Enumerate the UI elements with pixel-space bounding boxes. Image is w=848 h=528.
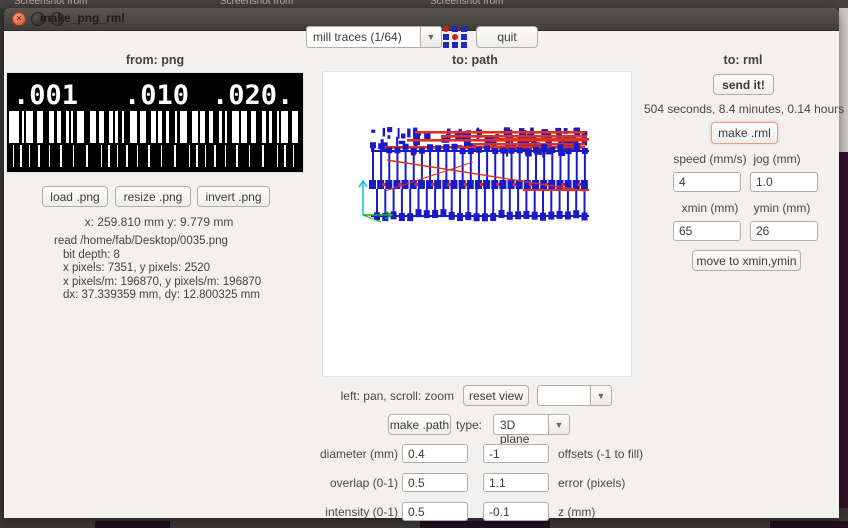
desktop: Screenshot from Screenshot from Screensh…: [0, 0, 848, 528]
quit-button[interactable]: quit: [476, 26, 538, 48]
pan-zoom-hint: left: pan, scroll: zoom: [340, 389, 454, 403]
png-panel-header: from: png: [125, 53, 185, 67]
intensity-input[interactable]: [402, 502, 468, 521]
xmin-label: xmin (mm): [681, 201, 739, 215]
xmin-input[interactable]: [673, 221, 741, 241]
info-line: bit depth: 8: [63, 248, 120, 261]
background-top-strip: Screenshot from Screenshot from Screensh…: [0, 0, 848, 8]
background-thumbnail: [95, 521, 170, 528]
resize-png-button[interactable]: resize .png: [115, 186, 191, 207]
background-text: Screenshot from: [430, 0, 504, 7]
speed-input[interactable]: [673, 172, 741, 192]
background-thumbnail: [420, 521, 550, 528]
info-line: dx: 37.339359 mm, dy: 12.800325 mm: [63, 289, 260, 301]
time-estimate: 504 seconds, 8.4 minutes, 0.14 hours: [644, 102, 845, 116]
chevron-down-icon[interactable]: ▼: [420, 26, 442, 48]
app-window: ✕ make_png_rml mill traces (1/64) ▼ quit…: [4, 8, 845, 521]
preview-label-020: .020.: [212, 80, 293, 111]
make-path-button[interactable]: make .path: [388, 414, 451, 435]
png-preview-image[interactable]: .001 .010 .020.: [7, 73, 303, 172]
info-line: read /home/fab/Desktop/0035.png: [54, 235, 228, 247]
diameter-label: diameter (mm): [319, 447, 398, 461]
desktop-wallpaper: [839, 152, 848, 508]
ymin-input[interactable]: [750, 221, 818, 241]
type-select[interactable]: 3D plane ▼: [493, 414, 570, 446]
background-window-edge: [839, 8, 848, 152]
diameter-input[interactable]: [402, 444, 468, 463]
background-text: Screenshot from: [14, 0, 88, 7]
intensity-label: intensity (0-1): [325, 505, 398, 519]
rml-panel-header: to: rml: [723, 53, 763, 67]
view-select[interactable]: ▼: [537, 385, 612, 406]
chevron-down-icon[interactable]: ▼: [590, 385, 612, 406]
info-line: x pixels: 7351, y pixels: 2520: [63, 262, 211, 274]
error-input[interactable]: [483, 473, 549, 492]
view-select-value[interactable]: [537, 385, 590, 406]
type-select-value[interactable]: 3D plane: [493, 414, 548, 446]
load-png-button[interactable]: load .png: [42, 186, 108, 207]
path-panel-header: to: path: [452, 53, 498, 67]
preview-label-010: .010: [124, 80, 189, 111]
fab-modules-icon: [442, 25, 469, 48]
jog-input[interactable]: [750, 172, 818, 192]
background-thumbnail: [770, 521, 848, 528]
overlap-input[interactable]: [402, 473, 468, 492]
send-it-button[interactable]: send it!: [713, 74, 774, 95]
process-select[interactable]: mill traces (1/64) ▼: [306, 26, 442, 48]
ymin-label: ymin (mm): [753, 201, 811, 215]
cursor-coords: x: 259.810 mm y: 9.779 mm: [84, 215, 234, 229]
process-select-value[interactable]: mill traces (1/64): [306, 26, 420, 48]
make-rml-button[interactable]: make .rml: [711, 122, 778, 144]
speed-label: speed (mm/s): [673, 152, 747, 166]
move-to-xmin-ymin-button[interactable]: move to xmin,ymin: [692, 250, 801, 271]
offsets-input[interactable]: [483, 444, 549, 463]
overlap-label: overlap (0-1): [329, 476, 398, 490]
background-text: Screenshot from: [220, 0, 294, 7]
reset-view-button[interactable]: reset view: [463, 385, 529, 406]
type-label: type:: [456, 418, 483, 432]
chevron-down-icon[interactable]: ▼: [548, 414, 570, 435]
offsets-label: offsets (-1 to fill): [558, 447, 644, 461]
error-label: error (pixels): [558, 476, 626, 490]
png-info-block: read /home/fab/Desktop/0035.png bit dept…: [54, 235, 261, 303]
path-view-canvas[interactable]: [323, 72, 631, 376]
z-input[interactable]: [483, 502, 549, 521]
close-button[interactable]: ✕: [12, 12, 26, 26]
info-line: x pixels/m: 196870, y pixels/m: 196870: [63, 275, 262, 288]
invert-png-button[interactable]: invert .png: [197, 186, 270, 207]
window-title: make_png_rml: [40, 11, 125, 25]
jog-label: jog (mm): [753, 152, 801, 166]
z-label: z (mm): [558, 505, 596, 519]
preview-label-001: .001: [13, 80, 78, 111]
